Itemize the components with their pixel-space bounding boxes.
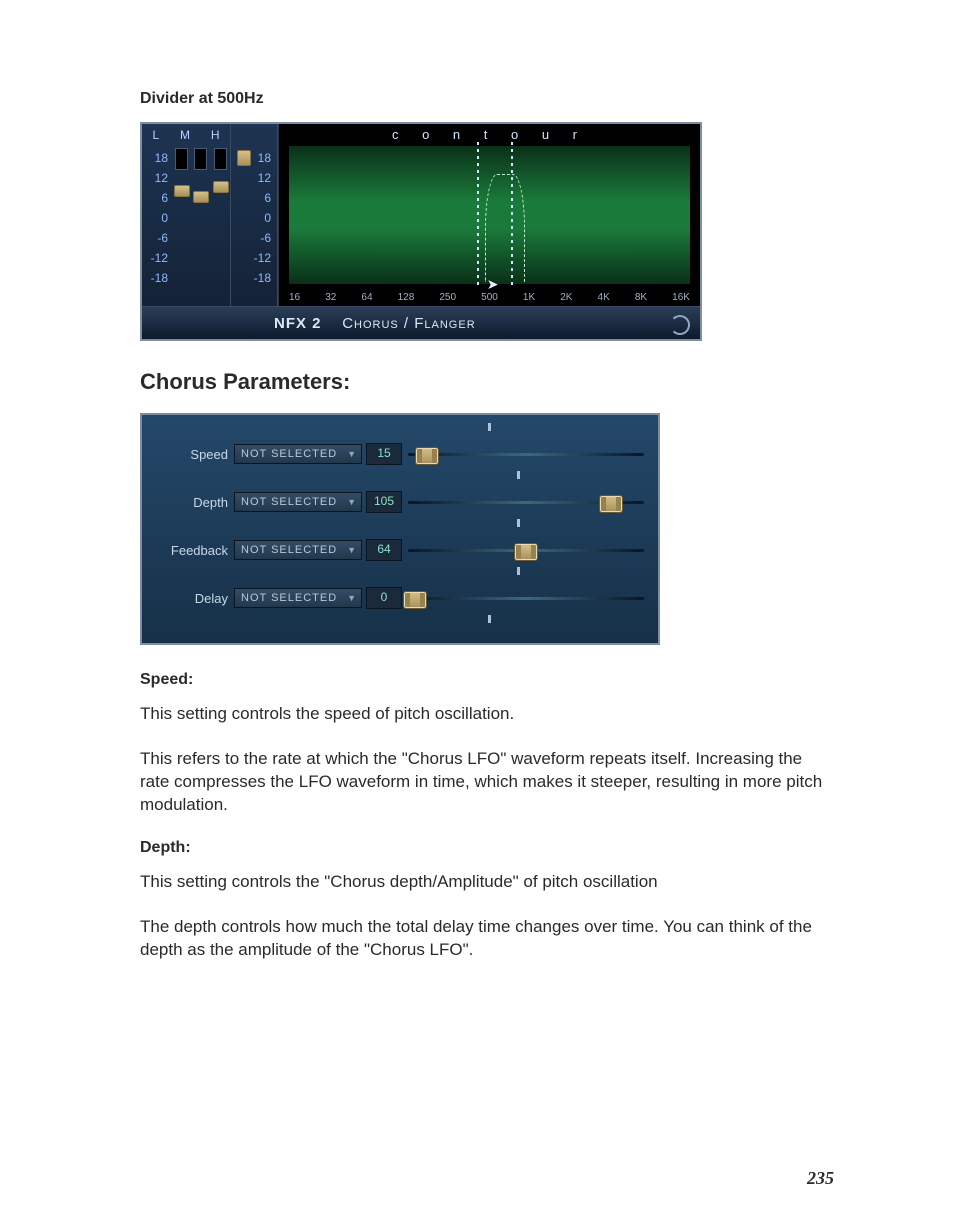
param-select-feedback[interactable]: NOT SELECTED ▼ [234, 540, 362, 560]
param-label-delay: Delay [156, 591, 234, 606]
eq-band-label-H: H [211, 128, 220, 142]
eq-rscale-0: 0 [231, 208, 277, 228]
contour-title: c o n t o u r [279, 127, 700, 142]
eq-scale--12: -12 [142, 251, 172, 265]
axis-8k: 8K [635, 292, 647, 303]
eq-track-L[interactable] [175, 148, 188, 170]
tick-mid2 [517, 519, 520, 527]
param-label-depth: Depth [156, 495, 234, 510]
param-slider-speed[interactable] [408, 444, 644, 464]
eq-rscale--18: -18 [231, 268, 277, 288]
param-row-depth: Depth NOT SELECTED ▼ 105 [156, 489, 644, 515]
eq-scale-0: 0 [142, 211, 172, 225]
cursor-arrow-icon: ➤ [487, 276, 501, 290]
eq-rscale-18: 18 [231, 148, 277, 168]
param-label-feedback: Feedback [156, 543, 234, 558]
eq-scale--6: -6 [142, 231, 172, 245]
axis-32: 32 [325, 292, 336, 303]
contour-divider-left[interactable] [477, 142, 479, 286]
param-slider-depth[interactable] [408, 492, 644, 512]
eq-band-label-L: L [152, 128, 159, 142]
footer-title: Chorus / Flanger [342, 315, 475, 332]
tick-bottom [488, 615, 491, 623]
eq-scale--18: -18 [142, 271, 172, 285]
eq-scale-right-column: 18 12 6 0 -6 -12 -18 [231, 124, 278, 306]
eq-track-H[interactable] [214, 148, 227, 170]
eq-section-left: L M H 18 12 6 0 -6 -12 -18 [142, 124, 231, 306]
eq-scale-6: 6 [142, 191, 172, 205]
param-select-depth-text: NOT SELECTED [241, 496, 337, 508]
param-value-feedback[interactable]: 64 [366, 539, 402, 561]
eq-track-M[interactable] [194, 148, 207, 170]
axis-16k: 16K [672, 292, 690, 303]
param-label-speed: Speed [156, 447, 234, 462]
text-depth-1: This setting controls the "Chorus depth/… [140, 871, 834, 894]
axis-500: 500 [481, 292, 498, 303]
chevron-down-icon: ▼ [347, 449, 357, 459]
param-thumb-feedback[interactable] [514, 543, 538, 561]
chevron-down-icon: ▼ [347, 497, 357, 507]
eq-rscale-12: 12 [231, 168, 277, 188]
eq-thumb-H[interactable] [213, 181, 229, 193]
eq-rscale-6: 6 [231, 188, 277, 208]
page-number: 235 [807, 1168, 834, 1189]
chevron-down-icon: ▼ [347, 593, 357, 603]
text-speed-2: This refers to the rate at which the "Ch… [140, 748, 834, 817]
eq-rscale--12: -12 [231, 248, 277, 268]
heading-depth: Depth: [140, 839, 834, 857]
chorus-parameters-panel: Speed NOT SELECTED ▼ 15 Depth NOT SELECT… [140, 413, 660, 645]
chevron-down-icon: ▼ [347, 545, 357, 555]
axis-16: 16 [289, 292, 300, 303]
axis-128: 128 [398, 292, 415, 303]
text-speed-1: This setting controls the speed of pitch… [140, 703, 834, 726]
param-thumb-depth[interactable] [599, 495, 623, 513]
eq-rscale--6: -6 [231, 228, 277, 248]
contour-graph[interactable]: c o n t o u r ➤ 16 32 64 128 250 500 1K … [278, 124, 700, 306]
footer-prefix: NFX 2 [274, 315, 322, 332]
axis-1k: 1K [523, 292, 535, 303]
contour-divider-right[interactable] [511, 142, 513, 286]
eq-scale-12: 12 [142, 171, 172, 185]
axis-2k: 2K [560, 292, 572, 303]
contour-response-curve [485, 174, 525, 282]
axis-4k: 4K [598, 292, 610, 303]
eq-scale-18: 18 [142, 151, 172, 165]
heading-chorus-parameters: Chorus Parameters: [140, 369, 834, 395]
param-value-delay[interactable]: 0 [366, 587, 402, 609]
param-slider-delay[interactable] [408, 588, 644, 608]
param-select-delay[interactable]: NOT SELECTED ▼ [234, 588, 362, 608]
axis-250: 250 [439, 292, 456, 303]
heading-speed: Speed: [140, 671, 834, 689]
axis-64: 64 [361, 292, 372, 303]
param-select-feedback-text: NOT SELECTED [241, 544, 337, 556]
param-select-speed-text: NOT SELECTED [241, 448, 337, 460]
param-select-depth[interactable]: NOT SELECTED ▼ [234, 492, 362, 512]
tick-mid3 [517, 567, 520, 575]
tick-top [488, 423, 491, 431]
text-depth-2: The depth controls how much the total de… [140, 916, 834, 962]
reload-icon[interactable] [670, 315, 690, 335]
eq-band-label-M: M [180, 128, 190, 142]
param-row-speed: Speed NOT SELECTED ▼ 15 [156, 441, 644, 467]
param-slider-feedback[interactable] [408, 540, 644, 560]
param-select-delay-text: NOT SELECTED [241, 592, 337, 604]
param-thumb-delay[interactable] [403, 591, 427, 609]
eq-thumb-L[interactable] [174, 185, 190, 197]
param-row-delay: Delay NOT SELECTED ▼ 0 [156, 585, 644, 611]
param-thumb-speed[interactable] [415, 447, 439, 465]
contour-panel: L M H 18 12 6 0 -6 -12 -18 18 [140, 122, 702, 341]
eq-thumb-M[interactable] [193, 191, 209, 203]
contour-x-axis: 16 32 64 128 250 500 1K 2K 4K 8K 16K [289, 292, 690, 303]
param-row-feedback: Feedback NOT SELECTED ▼ 64 [156, 537, 644, 563]
heading-divider: Divider at 500Hz [140, 90, 834, 108]
param-value-depth[interactable]: 105 [366, 491, 402, 513]
param-value-speed[interactable]: 15 [366, 443, 402, 465]
contour-footer: NFX 2 Chorus / Flanger [142, 306, 700, 339]
param-select-speed[interactable]: NOT SELECTED ▼ [234, 444, 362, 464]
tick-mid1 [517, 471, 520, 479]
